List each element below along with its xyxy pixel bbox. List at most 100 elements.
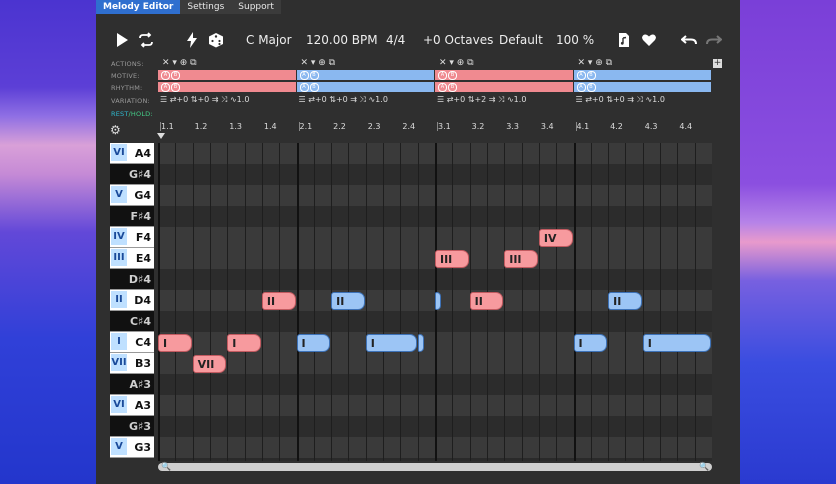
motive-chip[interactable]: A	[161, 71, 170, 80]
tab-settings[interactable]: Settings	[180, 0, 232, 14]
variation-controls[interactable]: ☰ ⇄+0 ⇅+0 ⇉ ⤨ ∿1.0	[299, 95, 388, 105]
note-block[interactable]: I	[365, 333, 417, 352]
ruler-tick-label: 3.4	[540, 122, 554, 131]
undo-icon[interactable]	[681, 32, 697, 48]
note-block[interactable]: II	[469, 291, 504, 310]
tab-support[interactable]: Support	[231, 0, 281, 14]
grid-line	[296, 143, 299, 461]
note-block[interactable]	[435, 291, 441, 310]
grid-line	[400, 143, 402, 461]
note-grid[interactable]: I VII I II I II I III II III IV I II I	[158, 143, 712, 461]
rhythm-chip[interactable]: A	[576, 83, 586, 92]
piano-key[interactable]: V G4	[110, 185, 154, 206]
key-note-name: A♯3	[129, 378, 152, 391]
motive-chip[interactable]: A	[576, 71, 586, 80]
variation-controls[interactable]: ☰ ⇄+0 ⇅+0 ⇉ ⤨ ∿1.0	[160, 95, 249, 105]
measure-actions[interactable]: ✕ ▾ ⊕ ⧉	[162, 58, 197, 68]
file-music-icon[interactable]	[616, 32, 632, 48]
zoom-level[interactable]: 100 %	[556, 33, 594, 47]
piano-key[interactable]: VII B3	[110, 353, 154, 374]
grid-line	[521, 143, 523, 461]
grid-line	[660, 143, 662, 461]
note-block[interactable]: II	[331, 291, 365, 310]
timeline-ruler[interactable]: 1.1 1.2 1.3 1.4 2.1 2.2 2.3 2.4 3.1 3.2 3.3 3.4 4.1 4…	[158, 120, 712, 134]
measure-actions[interactable]: ✕ ▾ ⊕ ⧉	[439, 58, 474, 68]
key-note-name: A4	[134, 147, 151, 160]
note-block[interactable]: I	[227, 333, 261, 352]
zoom-in-icon[interactable]: 🔍	[699, 462, 709, 471]
rhythm-chip[interactable]: B	[586, 83, 596, 92]
note-block[interactable]: III	[435, 249, 469, 268]
motive-chip[interactable]: A	[299, 71, 309, 80]
tempo-field[interactable]: 120.00 BPM	[306, 33, 378, 47]
motive-chip[interactable]: B	[586, 71, 596, 80]
add-measure-button[interactable]: +	[713, 59, 722, 68]
piano-key[interactable]: D♯4	[110, 269, 154, 290]
piano-key[interactable]: VI A4	[110, 143, 154, 164]
note-block[interactable]: IV	[538, 228, 573, 247]
horizontal-scrollbar[interactable]: 🔍 🔍	[158, 462, 712, 471]
note-block[interactable]	[417, 333, 424, 352]
rhythm-chip[interactable]: A	[438, 83, 447, 92]
piano-key[interactable]: III E4	[110, 248, 154, 269]
loop-icon[interactable]	[138, 32, 154, 48]
note-block[interactable]: VII	[192, 354, 227, 373]
note-block[interactable]: III	[504, 249, 538, 268]
piano-key[interactable]: F♯4	[110, 206, 154, 227]
variation-controls[interactable]: ☰ ⇄+0 ⇅+2 ⇉ ⤨ ∿1.0	[437, 95, 526, 105]
rhythm-chip[interactable]: A	[299, 83, 309, 92]
piano-key[interactable]: V G3	[110, 437, 154, 458]
note-block[interactable]: I	[296, 333, 331, 352]
measure-actions[interactable]: ✕ ▾ ⊕ ⧉	[578, 58, 613, 68]
piano-key[interactable]: II D4	[110, 290, 154, 311]
zoom-out-icon[interactable]: 🔍	[161, 462, 171, 471]
scale-degree-label: II	[111, 291, 127, 308]
redo-icon[interactable]	[706, 32, 722, 48]
rhythm-chip[interactable]: A	[161, 83, 170, 92]
variation-controls[interactable]: ☰ ⇄+0 ⇅+0 ⇉ ⤨ ∿1.0	[576, 95, 665, 105]
motive-chip[interactable]: B	[171, 71, 180, 80]
grid-line	[504, 143, 506, 461]
piano-key[interactable]: G♯4	[110, 164, 154, 185]
piano-key[interactable]: VI A3	[110, 395, 154, 416]
octave-selector[interactable]: +0 Octaves	[423, 33, 493, 47]
ruler-tick-label: 1.1	[160, 122, 174, 131]
scale-degree-label: VI	[111, 396, 127, 413]
time-signature-selector[interactable]: 4/4	[386, 33, 405, 47]
scale-degree-label: IV	[111, 228, 127, 245]
note-block[interactable]: II	[261, 291, 296, 310]
piano-key[interactable]: I C4	[110, 332, 154, 353]
key-note-name: F4	[135, 231, 151, 244]
note-block[interactable]: I	[573, 333, 608, 352]
grid-line	[244, 143, 246, 461]
grid-line	[175, 143, 177, 461]
piano-key[interactable]: IV F4	[110, 227, 154, 248]
preset-selector[interactable]: Default	[499, 33, 543, 47]
heart-icon[interactable]	[641, 32, 657, 48]
note-block[interactable]: II	[608, 291, 642, 310]
piano-key[interactable]: C♯4	[110, 311, 154, 332]
key-note-name: B3	[134, 357, 151, 370]
rhythm-chip[interactable]: B	[448, 83, 457, 92]
settings-gear-icon[interactable]: ⚙	[110, 123, 121, 137]
ruler-tick-label: 4.4	[679, 122, 693, 131]
tab-melody-editor[interactable]: Melody Editor	[96, 0, 181, 14]
key-note-name: G♯3	[128, 420, 151, 433]
motive-chip[interactable]: B	[448, 71, 457, 80]
dice-icon[interactable]	[208, 32, 224, 48]
ruler-tick-label: 2.4	[402, 122, 416, 131]
piano-key[interactable]: A♯3	[110, 374, 154, 395]
motive-chip[interactable]: A	[438, 71, 447, 80]
grid-line	[556, 143, 558, 461]
note-block[interactable]: I	[158, 333, 192, 352]
key-selector[interactable]: C Major	[246, 33, 292, 47]
note-block[interactable]: I	[642, 333, 711, 352]
measure-actions[interactable]: ✕ ▾ ⊕ ⧉	[301, 58, 336, 68]
rhythm-chip[interactable]: B	[171, 83, 180, 92]
grid-line	[417, 143, 419, 461]
motive-chip[interactable]: B	[309, 71, 319, 80]
play-icon[interactable]	[114, 32, 130, 48]
piano-key[interactable]: G♯3	[110, 416, 154, 437]
rhythm-chip[interactable]: B	[309, 83, 319, 92]
lightning-icon[interactable]	[184, 32, 200, 48]
